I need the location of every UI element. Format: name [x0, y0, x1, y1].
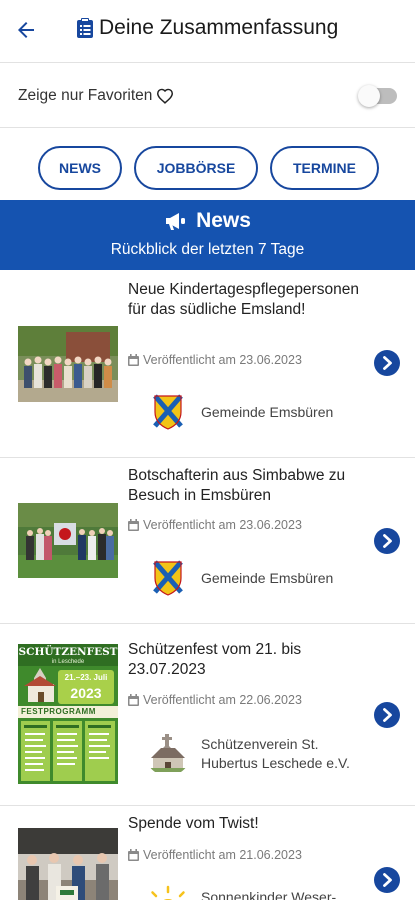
sun-logo — [145, 882, 191, 900]
poster-dates: 21.–23. Juli — [64, 673, 108, 682]
news-card[interactable]: Botschafterin aus Simbabwe zu Besuch in … — [0, 458, 415, 624]
favorites-toggle[interactable] — [358, 85, 397, 107]
chevron-right-circle-icon[interactable] — [374, 702, 400, 728]
news-title: Spende vom Twist! — [128, 815, 259, 832]
calendar-icon — [128, 519, 139, 531]
poster-year: 2023 — [70, 685, 102, 701]
chip-news[interactable]: NEWS — [38, 146, 122, 190]
calendar-icon — [128, 354, 139, 366]
org-name: Schützenverein St. Hubertus Leschede e.V… — [201, 736, 350, 771]
chevron-right-circle-icon[interactable] — [374, 350, 400, 376]
org-name: Gemeinde Emsbüren — [201, 404, 334, 420]
chevron-right-circle-icon[interactable] — [374, 867, 400, 893]
org-name: Sonnenkinder Weser- — [201, 889, 337, 900]
banner-title-row: News — [0, 209, 415, 233]
news-date: Veröffentlicht am 21.06.2023 — [128, 848, 302, 862]
event-poster: SCHÜTZENFEST in Leschede 21.–23. Juli 20… — [18, 644, 118, 784]
news-title: Neue Kindertagespflegepersonen für das s… — [128, 281, 359, 318]
poster-program: FESTPROGRAMM — [21, 707, 96, 716]
banner-subtitle: Rückblick der letzten 7 Tage — [110, 241, 305, 258]
news-title: Schützenfest vom 21. bis 23.07.2023 — [128, 641, 302, 678]
org-logo — [145, 730, 191, 776]
calendar-icon — [128, 849, 139, 861]
app-bar: Deine Zusammenfassung — [0, 0, 415, 62]
poster-place: in Leschede — [51, 659, 85, 665]
news-card[interactable]: SCHÜTZENFEST in Leschede 21.–23. Juli 20… — [0, 624, 415, 806]
news-date: Veröffentlicht am 22.06.2023 — [128, 693, 302, 707]
news-date-text: Veröffentlicht am 22.06.2023 — [143, 693, 302, 707]
news-banner: News Rückblick der letzten 7 Tage — [0, 200, 415, 270]
org-logo — [145, 389, 191, 435]
org-name: Gemeinde Emsbüren — [201, 570, 334, 586]
toggle-knob — [358, 85, 380, 107]
poster-heading: SCHÜTZENFEST — [18, 646, 118, 658]
news-date-text: Veröffentlicht am 23.06.2023 — [143, 518, 302, 532]
chevron-right-circle-icon[interactable] — [374, 528, 400, 554]
favorites-filter-label: Zeige nur Favoriten — [18, 87, 174, 105]
chip-jobboerse[interactable]: JOBBÖRSE — [134, 146, 258, 190]
news-date-text: Veröffentlicht am 21.06.2023 — [143, 848, 302, 862]
news-thumbnail — [18, 326, 118, 402]
news-card[interactable]: Neue Kindertagespflegepersonen für das s… — [0, 270, 415, 458]
news-date-text: Veröffentlicht am 23.06.2023 — [143, 353, 302, 367]
clipboard-icon — [76, 17, 94, 39]
arrow-left-icon[interactable] — [14, 18, 38, 42]
news-title: Botschafterin aus Simbabwe zu Besuch in … — [128, 467, 346, 504]
news-card[interactable]: Spende vom Twist! Veröffentlicht am 21.0… — [0, 806, 415, 900]
news-thumbnail — [18, 503, 118, 578]
banner-title: News — [196, 209, 251, 232]
favorites-filter-bar: Zeige nur Favoriten — [0, 62, 415, 128]
org-logo — [145, 555, 191, 601]
heart-outline-icon — [157, 88, 174, 104]
chip-termine[interactable]: TERMINE — [270, 146, 379, 190]
favorites-filter-text: Zeige nur Favoriten — [18, 87, 153, 104]
news-date: Veröffentlicht am 23.06.2023 — [128, 353, 302, 367]
news-thumbnail — [18, 828, 118, 900]
news-date: Veröffentlicht am 23.06.2023 — [128, 518, 302, 532]
calendar-icon — [128, 694, 139, 706]
megaphone-icon — [166, 213, 186, 230]
page-title-group: Deine Zusammenfassung — [76, 16, 338, 40]
page-title: Deine Zusammenfassung — [99, 16, 339, 39]
